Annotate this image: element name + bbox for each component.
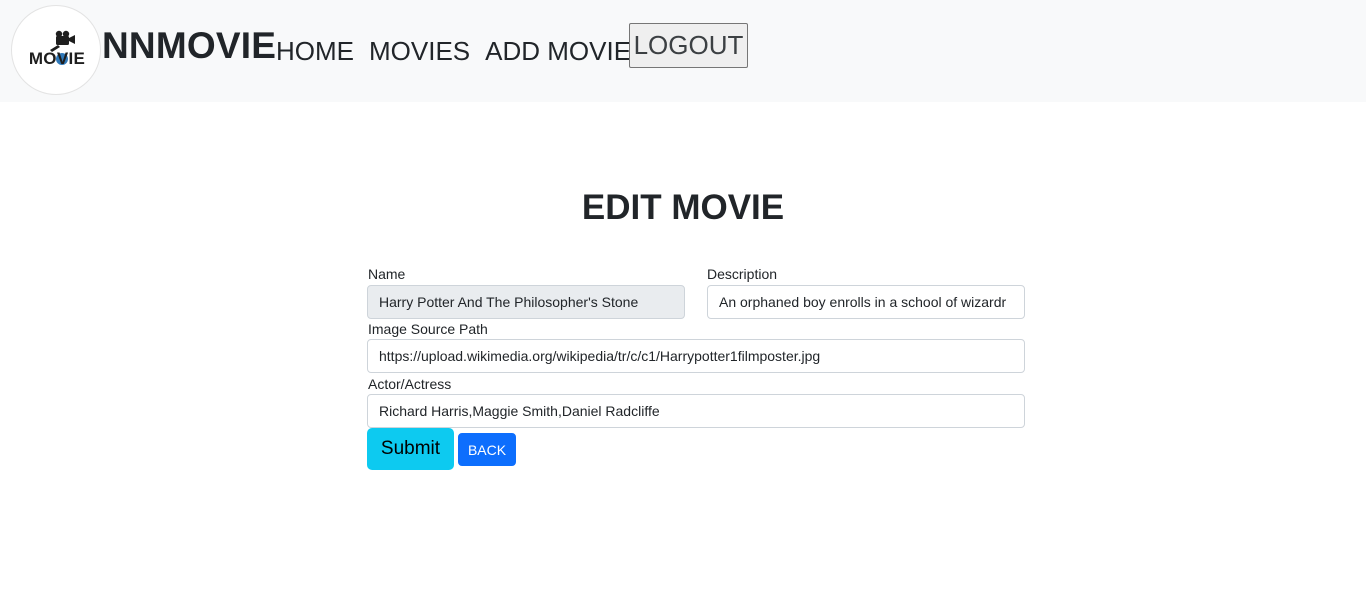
description-input[interactable] (707, 285, 1025, 319)
nav-link-add-movie[interactable]: ADD MOVIE (485, 36, 631, 67)
nav-link-movies[interactable]: MOVIES (369, 36, 470, 67)
description-label: Description (707, 266, 778, 282)
navbar: MOVIE NNMOVIE HOME MOVIES ADD MOVIE LOGO… (0, 0, 1366, 102)
name-label: Name (368, 266, 406, 282)
site-logo[interactable]: MOVIE (11, 5, 101, 95)
back-button[interactable]: BACK (458, 433, 516, 466)
actors-input[interactable] (367, 394, 1025, 428)
name-input[interactable] (367, 285, 685, 319)
actors-label: Actor/Actress (368, 376, 452, 392)
nav-link-home[interactable]: HOME (276, 36, 354, 67)
submit-button[interactable]: Submit (367, 428, 454, 470)
image-source-input[interactable] (367, 339, 1025, 373)
brand-name[interactable]: NNMOVIE (102, 25, 276, 67)
logo-text: MOVIE (28, 49, 86, 68)
page-title: EDIT MOVIE (581, 188, 785, 227)
logout-button[interactable]: LOGOUT (629, 23, 748, 68)
image-source-label: Image Source Path (368, 321, 488, 337)
nav-links: HOME MOVIES ADD MOVIE (276, 36, 646, 67)
